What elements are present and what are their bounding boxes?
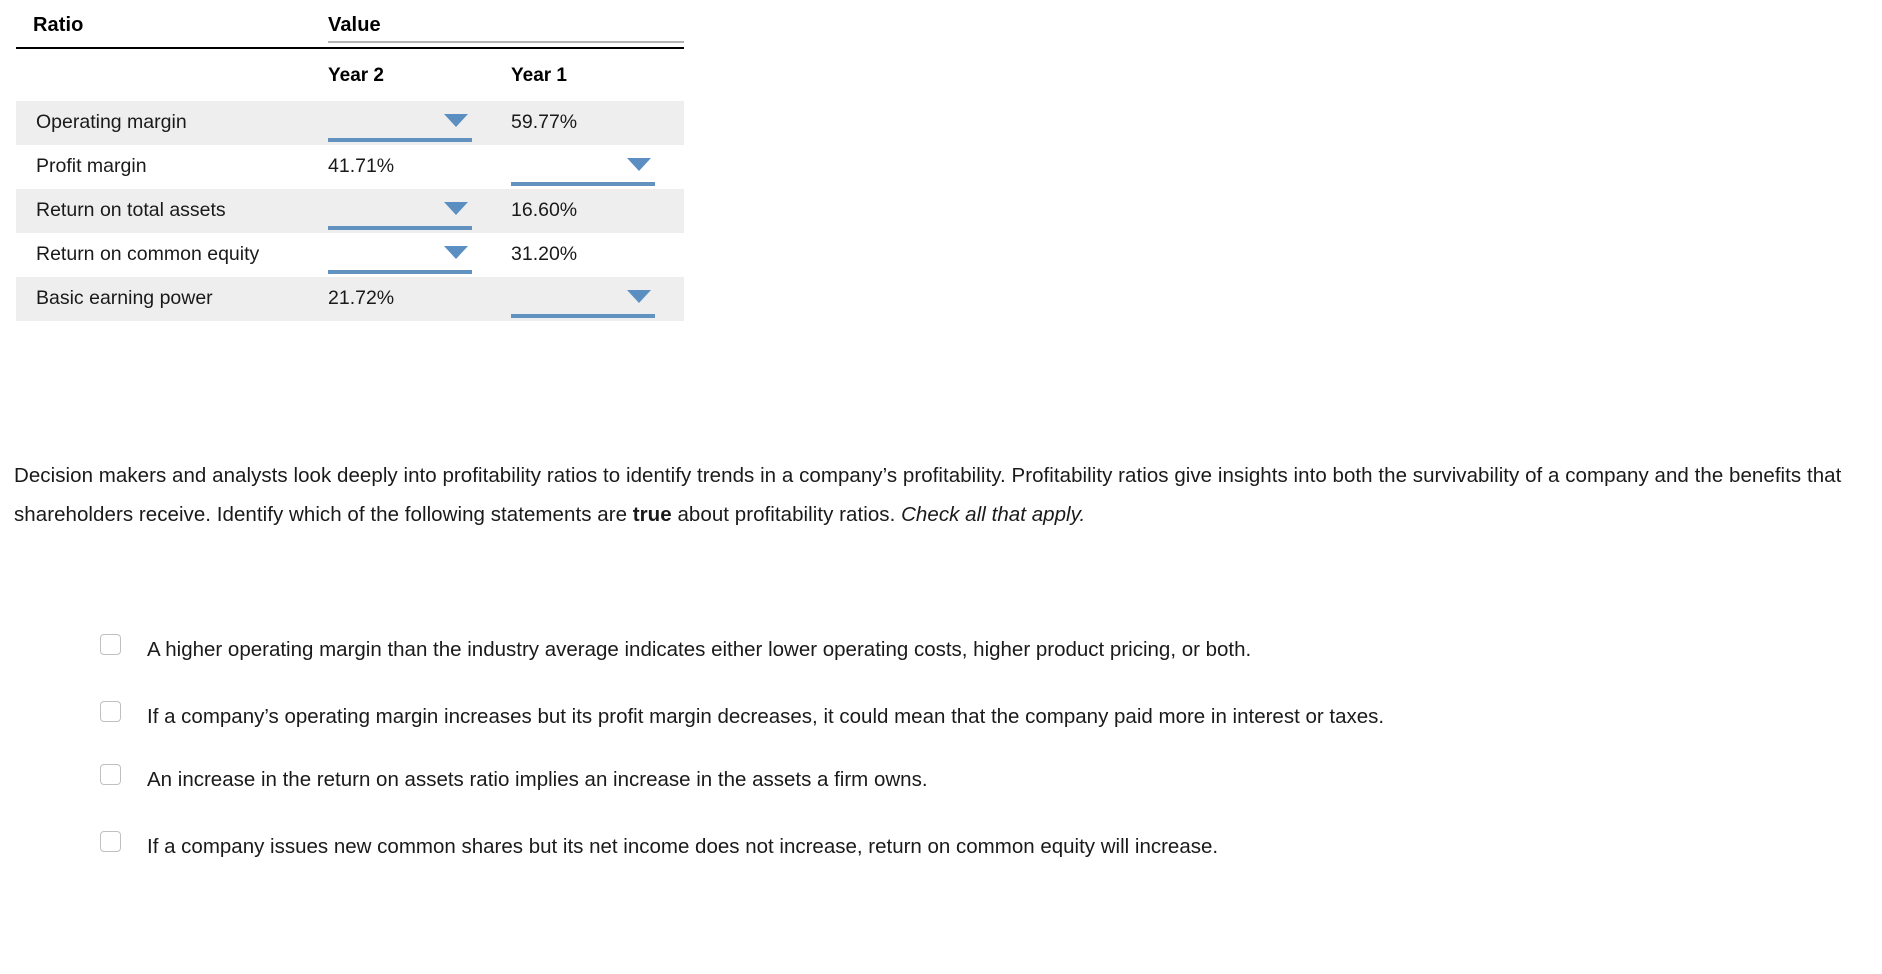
profitability-ratio-table: Ratio Value Year 2 Year 1 Operating marg… (16, 14, 685, 321)
table-head: Ratio Value Year 2 Year 1 (16, 14, 685, 101)
option-row[interactable]: If a company’s operating margin increase… (100, 697, 1830, 736)
prompt-instruction: Check all that apply. (901, 503, 1086, 526)
column-header-year1: Year 1 (511, 65, 567, 86)
dropdown-underline (328, 226, 472, 230)
dropdown-underline (328, 138, 472, 142)
option-label: An increase in the return on assets rati… (147, 768, 928, 791)
option-checkbox[interactable] (100, 764, 121, 785)
value-dropdown-year1[interactable] (511, 279, 655, 319)
ratio-name-cell: Basic earning power (36, 287, 213, 310)
column-header-value: Value (328, 14, 685, 49)
table-row: Basic earning power 21.72% (16, 277, 685, 321)
chevron-down-icon (444, 114, 468, 127)
ratio-value-text: 21.72% (328, 287, 395, 310)
header-row-primary: Ratio Value (16, 14, 685, 49)
ratio-value-text: 31.20% (511, 243, 578, 266)
value-dropdown-year2[interactable] (328, 103, 472, 143)
option-checkbox[interactable] (100, 831, 121, 852)
ratio-year1-cell[interactable] (511, 277, 684, 321)
chevron-down-icon (444, 202, 468, 215)
ratio-year2-cell: 41.71% (328, 145, 511, 189)
table-row: Return on total assets 16.60% (16, 189, 685, 233)
ratio-value-text: 59.77% (511, 111, 578, 134)
chevron-down-icon (444, 246, 468, 259)
table-body: Operating margin 59.77% Profit margin 41.71… (16, 101, 685, 321)
option-label: If a company’s operating margin increase… (147, 705, 1385, 728)
option-checkbox[interactable] (100, 701, 121, 722)
dropdown-underline (328, 270, 472, 274)
ratio-year2-cell[interactable] (328, 101, 511, 145)
option-row[interactable]: If a company issues new common shares bu… (100, 827, 1830, 866)
question-prompt: Decision makers and analysts look deeply… (14, 456, 1864, 534)
ratio-value-text: 41.71% (328, 155, 395, 178)
value-group-rule (328, 41, 685, 43)
option-label: A higher operating margin than the indus… (147, 638, 1252, 661)
table-row: Profit margin 41.71% (16, 145, 684, 189)
dropdown-underline (511, 182, 655, 186)
option-row[interactable]: An increase in the return on assets rati… (100, 760, 1830, 799)
value-dropdown-year2[interactable] (328, 191, 472, 231)
column-header-value-label: Value (328, 14, 381, 36)
ratio-table-container: Ratio Value Year 2 Year 1 Operating marg… (16, 14, 685, 321)
ratio-name-cell: Return on common equity (36, 243, 260, 266)
ratio-year1-cell: 31.20% (511, 233, 684, 277)
option-row[interactable]: A higher operating margin than the indus… (100, 630, 1830, 669)
prompt-emphasis-true: true (632, 503, 672, 526)
ratio-name-cell: Profit margin (36, 155, 147, 178)
column-header-spacer (16, 48, 328, 101)
ratio-year2-cell[interactable] (328, 233, 511, 277)
ratio-year1-cell: 59.77% (511, 101, 684, 145)
ratio-value-text: 16.60% (511, 199, 578, 222)
ratio-year2-cell[interactable] (328, 189, 511, 233)
table-row: Operating margin 59.77% (16, 101, 685, 145)
chevron-down-icon (627, 158, 651, 171)
dropdown-underline (511, 314, 655, 318)
option-label: If a company issues new common shares bu… (147, 835, 1219, 858)
ratio-name-cell: Operating margin (36, 111, 187, 134)
column-header-year2: Year 2 (328, 65, 384, 86)
value-dropdown-year1[interactable] (511, 147, 655, 187)
prompt-text-part2: about profitability ratios. (671, 503, 902, 526)
ratio-year1-cell: 16.60% (511, 189, 684, 233)
table-row: Return on common equity 31.20% (16, 233, 684, 277)
option-checkbox[interactable] (100, 634, 121, 655)
ratio-year1-cell[interactable] (511, 145, 684, 189)
chevron-down-icon (627, 290, 651, 303)
answer-options-list: A higher operating margin than the indus… (100, 630, 1830, 866)
header-row-years: Year 2 Year 1 (16, 48, 684, 101)
value-dropdown-year2[interactable] (328, 235, 472, 275)
ratio-year2-cell: 21.72% (328, 277, 511, 321)
column-header-ratio: Ratio (16, 14, 328, 49)
ratio-name-cell: Return on total assets (36, 199, 226, 222)
